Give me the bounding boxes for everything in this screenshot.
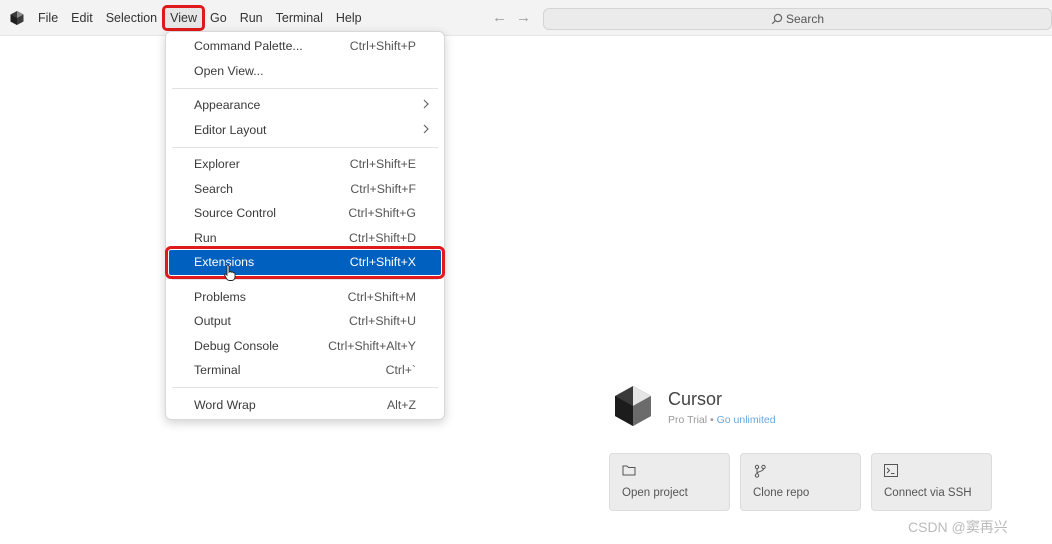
menu-item-label: Open View...	[194, 63, 264, 78]
menu-item-source-control[interactable]: Source Control Ctrl+Shift+G	[166, 201, 444, 226]
menu-item-shortcut: Ctrl+Shift+D	[349, 230, 416, 245]
menu-item-label: Output	[194, 314, 231, 329]
folder-icon	[622, 465, 636, 476]
menu-run[interactable]: Run	[234, 7, 269, 29]
connect-ssh-card[interactable]: Connect via SSH	[871, 453, 992, 511]
hand-pointer-icon	[223, 264, 236, 281]
menu-item-label: Run	[194, 230, 217, 245]
menu-item-label: Search	[194, 181, 233, 196]
plan-label: Pro Trial	[668, 414, 708, 426]
menu-file[interactable]: File	[32, 7, 64, 29]
menu-separator	[172, 87, 438, 89]
card-label: Connect via SSH	[884, 487, 972, 499]
menu-item-label: Appearance	[194, 98, 261, 113]
menu-item-open-view[interactable]: Open View...	[166, 59, 444, 84]
card-label: Open project	[622, 487, 688, 499]
menu-terminal[interactable]: Terminal	[270, 7, 329, 29]
menu-item-search[interactable]: Search Ctrl+Shift+F	[166, 177, 444, 202]
menu-separator	[172, 146, 438, 148]
back-arrow-icon[interactable]: ←	[492, 9, 507, 26]
chevron-right-icon	[423, 124, 429, 133]
menu-item-label: Source Control	[194, 206, 277, 221]
menu-item-shortcut: Ctrl+Shift+X	[349, 255, 416, 270]
plan-separator: •	[710, 414, 714, 426]
menu-separator	[172, 387, 438, 388]
terminal-icon	[884, 464, 898, 477]
menu-item-shortcut: Ctrl+Shift+E	[349, 157, 416, 172]
menu-item-label: Word Wrap	[194, 397, 256, 412]
menu-edit[interactable]: Edit	[65, 7, 99, 29]
menu-item-run[interactable]: Run Ctrl+Shift+D	[166, 226, 444, 251]
git-branch-icon	[754, 464, 766, 478]
forward-arrow-icon[interactable]: →	[516, 9, 531, 26]
menu-item-shortcut: Ctrl+Shift+M	[347, 289, 416, 304]
app-name: Cursor	[668, 389, 723, 409]
cursor-logo	[615, 386, 651, 426]
title-bar: File Edit Selection View Go Run Terminal Help ←…	[0, 0, 1052, 36]
menu-item-terminal[interactable]: Terminal Ctrl+`	[166, 358, 444, 383]
menu-item-shortcut: Ctrl+Shift+Alt+Y	[328, 338, 416, 353]
watermark: CSDN @窦再兴	[908, 519, 1008, 535]
card-label: Clone repo	[753, 487, 810, 499]
menu-item-shortcut: Alt+Z	[386, 397, 416, 412]
menu-item-explorer[interactable]: Explorer Ctrl+Shift+E	[166, 152, 444, 177]
menu-item-shortcut: Ctrl+Shift+F	[350, 181, 416, 196]
menu-item-problems[interactable]: Problems Ctrl+Shift+M	[166, 285, 444, 310]
menu-item-label: Editor Layout	[194, 122, 267, 137]
search-icon	[771, 13, 783, 25]
menu-item-label: Terminal	[194, 363, 241, 378]
menu-view[interactable]: View	[162, 5, 206, 31]
menu-item-extensions[interactable]: Extensions Ctrl+Shift+X	[165, 246, 445, 279]
menu-item-command-palette[interactable]: Command Palette... Ctrl+Shift+P	[166, 34, 444, 59]
menu-item-label: Extensions	[194, 255, 255, 270]
menu-item-label: Debug Console	[194, 338, 279, 353]
menu-item-shortcut: Ctrl+Shift+U	[349, 314, 416, 329]
cursor-app-icon[interactable]	[9, 10, 25, 26]
go-unlimited-link[interactable]: Go unlimited	[717, 414, 776, 426]
menu-item-output[interactable]: Output Ctrl+Shift+U	[166, 309, 444, 334]
menu-item-word-wrap[interactable]: Word Wrap Alt+Z	[166, 393, 444, 418]
plan-info: Pro Trial • Go unlimited	[668, 414, 776, 426]
menu-item-shortcut: Ctrl+`	[385, 363, 416, 378]
menu-item-shortcut: Ctrl+Shift+G	[348, 206, 416, 221]
menu-item-debug-console[interactable]: Debug Console Ctrl+Shift+Alt+Y	[166, 334, 444, 359]
menu-separator	[172, 279, 438, 280]
menu-go[interactable]: Go	[204, 7, 233, 29]
menu-item-label: Explorer	[194, 157, 240, 172]
menu-item-editor-layout[interactable]: Editor Layout	[166, 118, 444, 143]
clone-repo-card[interactable]: Clone repo	[740, 453, 861, 511]
view-menu-dropdown: Command Palette... Ctrl+Shift+P Open View.…	[165, 31, 445, 420]
menu-help[interactable]: Help	[330, 7, 368, 29]
menu-item-label: Problems	[194, 289, 246, 304]
open-project-card[interactable]: Open project	[609, 453, 730, 511]
menu-item-appearance[interactable]: Appearance	[166, 93, 444, 118]
menu-selection[interactable]: Selection	[100, 7, 163, 29]
chevron-right-icon	[423, 99, 429, 109]
menu-item-label: Command Palette...	[194, 39, 303, 54]
menu-item-shortcut: Ctrl+Shift+P	[349, 39, 416, 54]
command-center-search[interactable]: Search	[543, 8, 1052, 30]
search-label: Search	[785, 12, 825, 26]
